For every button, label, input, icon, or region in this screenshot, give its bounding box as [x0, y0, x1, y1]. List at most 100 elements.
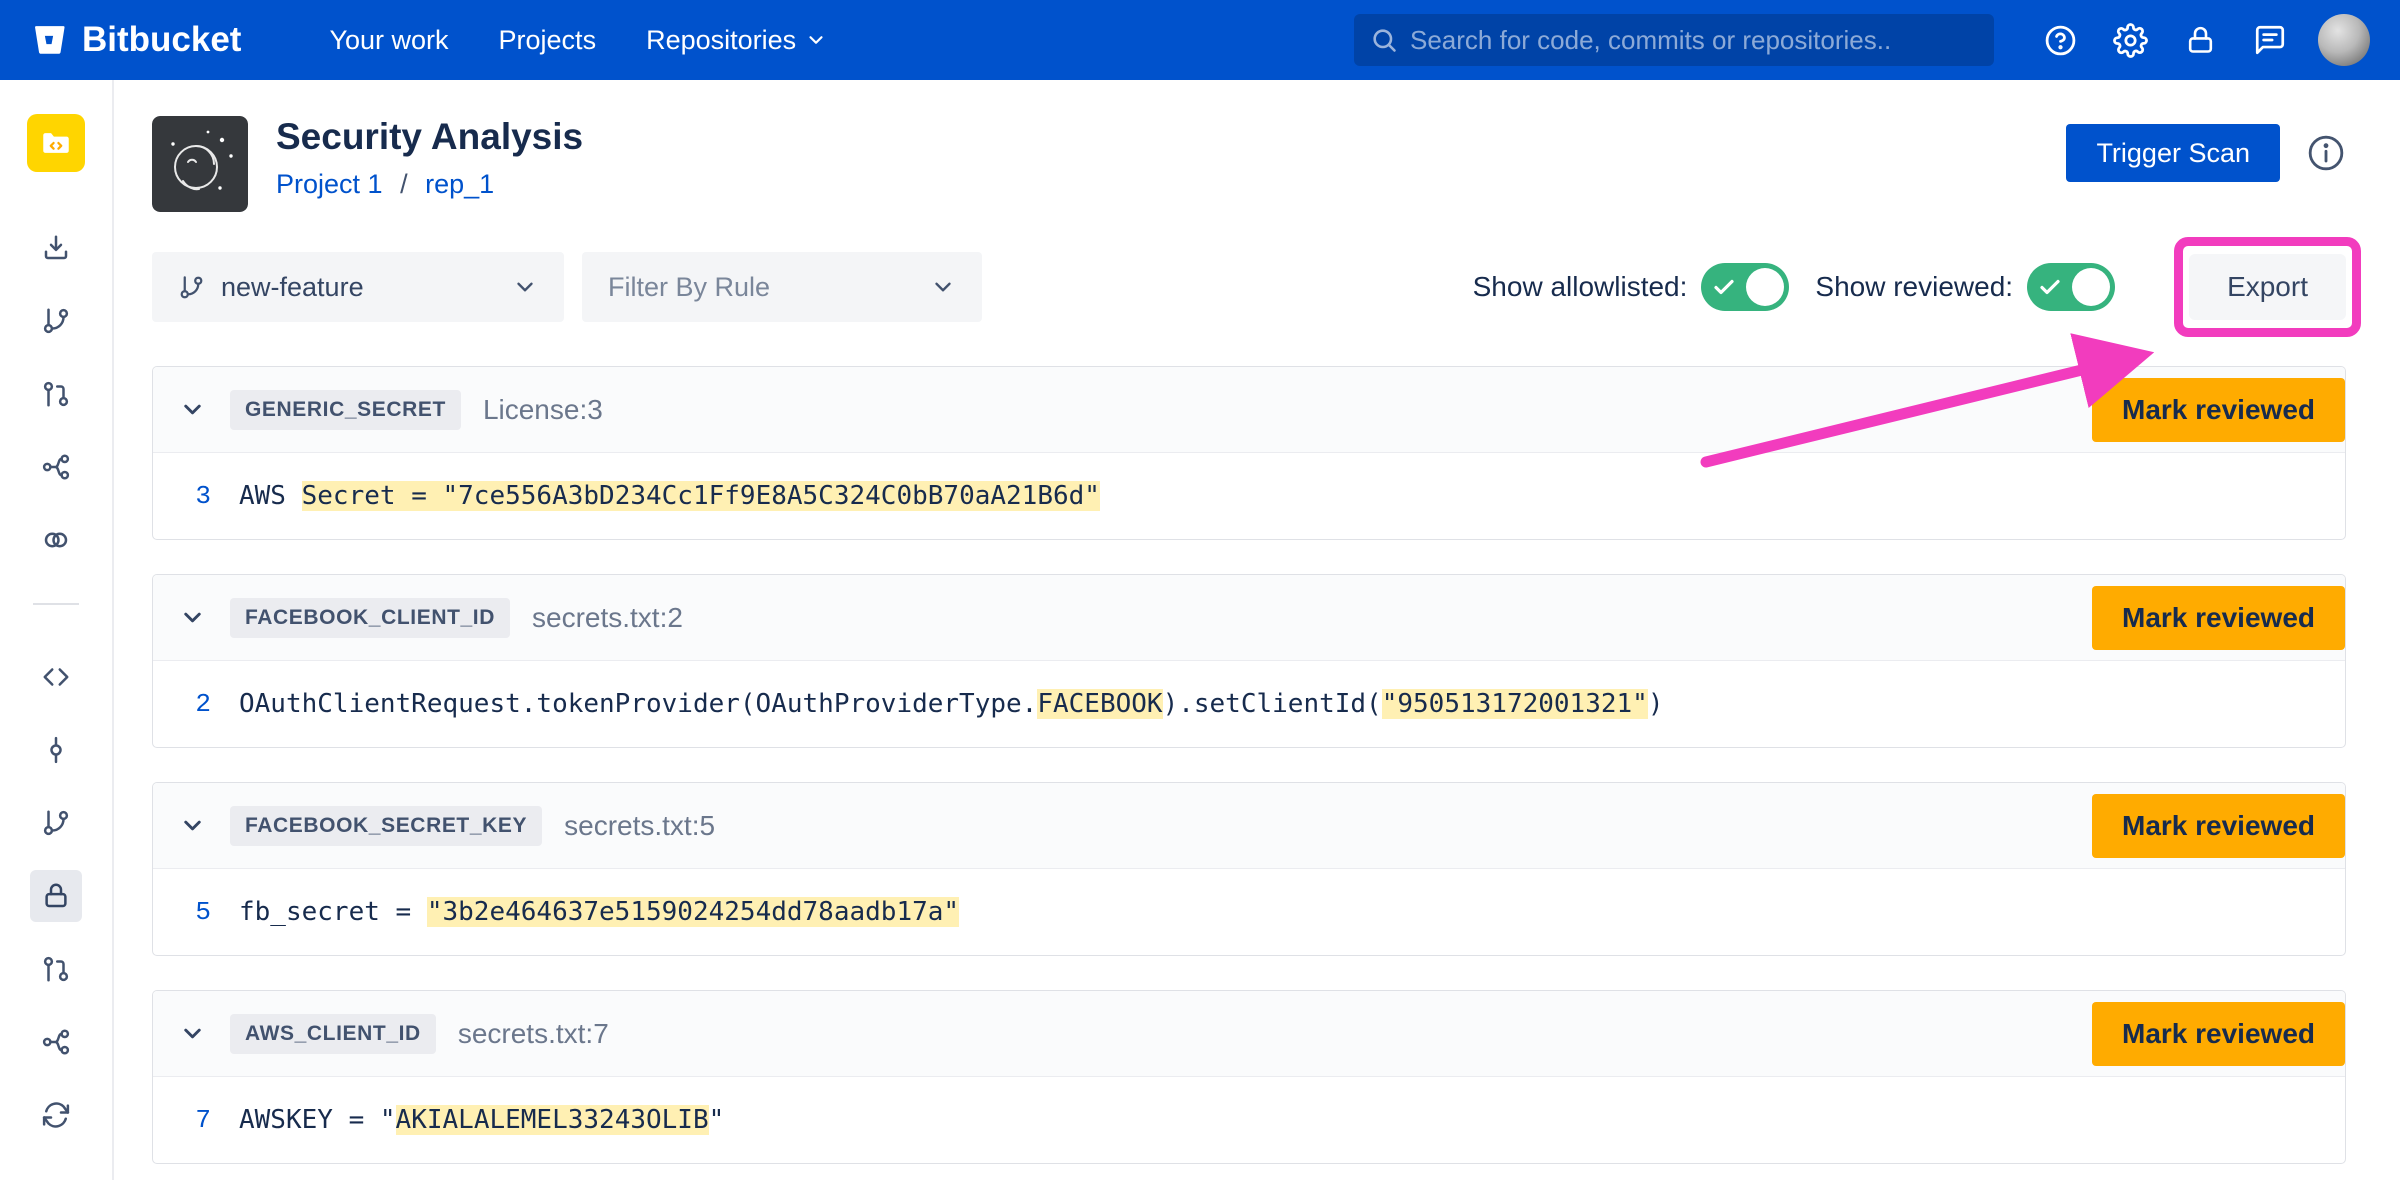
navbar-actions [2038, 14, 2370, 66]
finding-location: secrets.txt:5 [564, 810, 715, 842]
page-header: Security Analysis Project 1 / rep_1 Trig… [152, 116, 2346, 212]
secret-highlight: "3b2e464637e5159024254dd78aadb17a" [427, 897, 959, 927]
chevron-down-icon[interactable] [179, 1020, 206, 1047]
show-reviewed-toggle[interactable] [2027, 263, 2115, 311]
code-text: AWS [239, 481, 302, 511]
branch-selector[interactable]: new-feature [152, 252, 564, 322]
check-icon [2038, 275, 2062, 304]
pipelines-icon[interactable] [30, 441, 82, 493]
code-line: 7 AWSKEY = "AKIALALEMEL33243OLIB" [153, 1077, 2345, 1163]
finding-card: AWS_CLIENT_ID secrets.txt:7 Mark reviewe… [152, 990, 2346, 1164]
main-content: Security Analysis Project 1 / rep_1 Trig… [114, 80, 2400, 1180]
pull-requests-icon[interactable] [30, 368, 82, 420]
nav-repositories-label: Repositories [646, 25, 796, 56]
top-navbar: Bitbucket Your work Projects Repositorie… [0, 0, 2400, 80]
global-search[interactable] [1354, 14, 1994, 66]
code-content: OAuthClientRequest.tokenProvider(OAuthPr… [239, 689, 1663, 719]
finding-card: GENERIC_SECRET License:3 Mark reviewed 3… [152, 366, 2346, 540]
line-number: 7 [153, 1105, 211, 1135]
branch-icon[interactable] [30, 797, 82, 849]
chevron-down-icon[interactable] [179, 396, 206, 423]
code-line: 5 fb_secret = "3b2e464637e5159024254dd78… [153, 869, 2345, 955]
rule-filter-dropdown[interactable]: Filter By Rule [582, 252, 982, 322]
secret-highlight: "950513172001321" [1382, 689, 1648, 719]
settings-gear-icon[interactable] [2108, 18, 2152, 62]
rule-badge: AWS_CLIENT_ID [230, 1014, 436, 1054]
bitbucket-mark-icon [30, 21, 68, 59]
breadcrumb-separator: / [400, 169, 408, 199]
info-icon[interactable] [2306, 133, 2346, 173]
show-allowlisted-toggle[interactable] [1701, 263, 1789, 311]
help-icon[interactable] [2038, 18, 2082, 62]
finding-header[interactable]: GENERIC_SECRET License:3 Mark reviewed [153, 367, 2345, 453]
branch-glyph-icon [178, 274, 205, 301]
security-lock-icon[interactable] [30, 870, 82, 922]
user-avatar[interactable] [2318, 14, 2370, 66]
primary-nav: Your work Projects Repositories [329, 25, 827, 56]
secret-highlight: AKIALALEMEL33243OLIB [396, 1105, 709, 1135]
repo-avatar[interactable] [27, 114, 85, 172]
code-text: AWSKEY = " [239, 1105, 396, 1135]
mark-reviewed-button[interactable]: Mark reviewed [2092, 794, 2345, 858]
finding-header[interactable]: FACEBOOK_SECRET_KEY secrets.txt:5 Mark r… [153, 783, 2345, 869]
forks-icon[interactable] [30, 1016, 82, 1068]
repo-sidebar [0, 80, 114, 1180]
commits-icon[interactable] [30, 724, 82, 776]
export-button[interactable]: Export [2189, 254, 2346, 320]
secret-highlight: FACEBOOK [1037, 689, 1162, 719]
code-content: AWSKEY = "AKIALALEMEL33243OLIB" [239, 1105, 724, 1135]
line-number: 5 [153, 897, 211, 927]
sync-icon[interactable] [30, 1089, 82, 1141]
chevron-down-icon [805, 29, 827, 51]
finding-card: FACEBOOK_SECRET_KEY secrets.txt:5 Mark r… [152, 782, 2346, 956]
pull-request-icon[interactable] [30, 943, 82, 995]
branch-selector-value: new-feature [221, 272, 364, 303]
breadcrumb-project-link[interactable]: Project 1 [276, 169, 383, 199]
show-allowlisted-label: Show allowlisted: [1473, 271, 1688, 303]
lock-icon[interactable] [2178, 18, 2222, 62]
show-reviewed-label: Show reviewed: [1815, 271, 2013, 303]
trigger-scan-button[interactable]: Trigger Scan [2066, 124, 2280, 182]
source-code-icon[interactable] [30, 651, 82, 703]
mark-reviewed-button[interactable]: Mark reviewed [2092, 1002, 2345, 1066]
line-number: 2 [153, 689, 211, 719]
check-icon [1712, 275, 1736, 304]
header-actions: Trigger Scan [2066, 124, 2346, 182]
clone-icon[interactable] [30, 222, 82, 274]
search-icon [1370, 26, 1398, 54]
sidebar-divider [33, 603, 79, 605]
deployments-icon[interactable] [30, 514, 82, 566]
filter-row: new-feature Filter By Rule Show allowlis… [152, 252, 2346, 322]
app-body: Security Analysis Project 1 / rep_1 Trig… [0, 80, 2400, 1180]
finding-header[interactable]: FACEBOOK_CLIENT_ID secrets.txt:2 Mark re… [153, 575, 2345, 661]
code-content: fb_secret = "3b2e464637e5159024254dd78aa… [239, 897, 959, 927]
nav-your-work[interactable]: Your work [329, 25, 448, 56]
findings-list: GENERIC_SECRET License:3 Mark reviewed 3… [152, 366, 2346, 1164]
brand-name: Bitbucket [82, 20, 241, 60]
chevron-down-icon[interactable] [179, 812, 206, 839]
branches-icon[interactable] [30, 295, 82, 347]
rule-badge: GENERIC_SECRET [230, 390, 461, 430]
mark-reviewed-button[interactable]: Mark reviewed [2092, 378, 2345, 442]
chevron-down-icon [512, 274, 538, 300]
finding-card: FACEBOOK_CLIENT_ID secrets.txt:2 Mark re… [152, 574, 2346, 748]
line-number: 3 [153, 481, 211, 511]
feedback-icon[interactable] [2248, 18, 2292, 62]
code-text: " [709, 1105, 725, 1135]
nav-repositories[interactable]: Repositories [646, 25, 827, 56]
rule-badge: FACEBOOK_CLIENT_ID [230, 598, 510, 638]
code-text: fb_secret = [239, 897, 427, 927]
nav-projects[interactable]: Projects [499, 25, 597, 56]
code-text: ) [1648, 689, 1664, 719]
rule-filter-placeholder: Filter By Rule [608, 272, 770, 303]
finding-header[interactable]: AWS_CLIENT_ID secrets.txt:7 Mark reviewe… [153, 991, 2345, 1077]
finding-location: License:3 [483, 394, 603, 426]
mark-reviewed-button[interactable]: Mark reviewed [2092, 586, 2345, 650]
finding-location: secrets.txt:7 [458, 1018, 609, 1050]
toggle-knob [2072, 268, 2110, 306]
chevron-down-icon[interactable] [179, 604, 206, 631]
search-input[interactable] [1410, 25, 1978, 56]
breadcrumb-repo-link[interactable]: rep_1 [425, 169, 494, 199]
bitbucket-logo[interactable]: Bitbucket [30, 20, 241, 60]
repo-avatar-image [152, 116, 248, 212]
